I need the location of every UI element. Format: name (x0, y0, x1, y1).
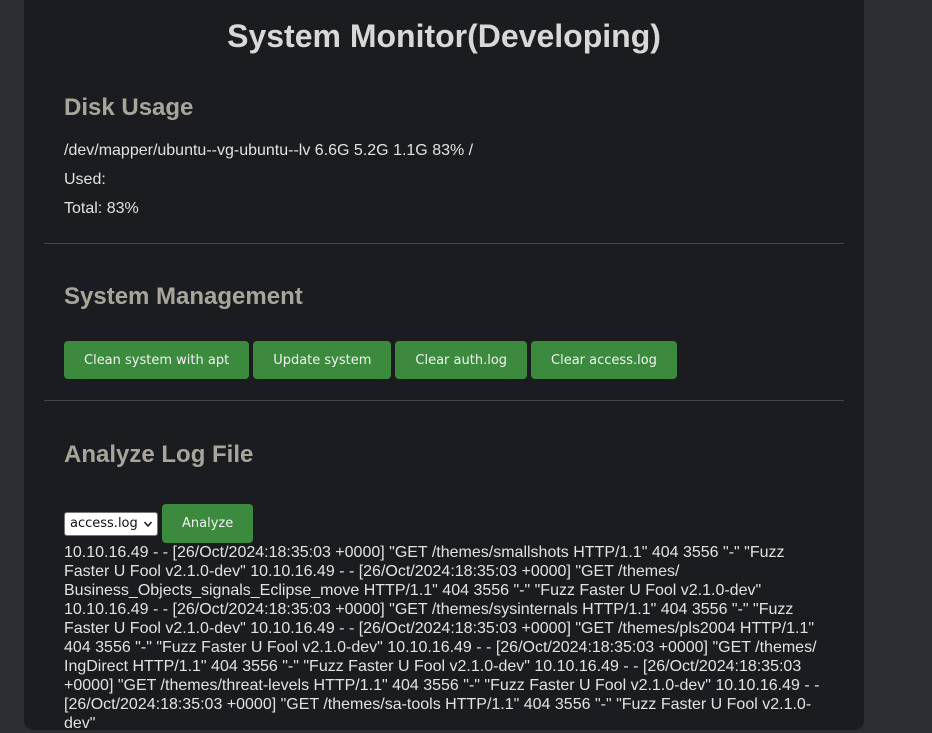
clean-system-button[interactable]: Clean system with apt (64, 341, 250, 379)
system-management-section: System Management Clean system with apt … (44, 282, 844, 379)
chevron-down-icon (143, 520, 153, 527)
disk-usage-heading: Disk Usage (64, 94, 194, 121)
filesystem-line: /dev/mapper/ubuntu--vg-ubuntu--lv 6.6G 5… (64, 142, 474, 159)
clear-auth-log-button[interactable]: Clear auth.log (395, 341, 528, 379)
page-title: System Monitor(Developing) (227, 18, 661, 54)
disk-usage-section: Disk Usage /dev/mapper/ubuntu--vg-ubuntu… (44, 93, 844, 223)
management-button-row: Clean system with apt Update system Clea… (64, 341, 824, 379)
update-system-button[interactable]: Update system (253, 341, 392, 379)
analyze-controls: access.log Analyze (64, 504, 824, 543)
section-divider (44, 400, 844, 401)
section-divider (44, 243, 844, 244)
log-file-select-value: access.log (70, 516, 138, 531)
main-panel: System Monitor(Developing) Disk Usage /d… (24, 0, 864, 733)
used-line: Used: (64, 171, 106, 188)
analyze-button[interactable]: Analyze (162, 504, 254, 543)
total-line: Total: 83% (64, 200, 139, 217)
analyze-log-heading: Analyze Log File (64, 441, 254, 468)
analyze-log-section: Analyze Log File access.log Analyze 10.1… (44, 440, 844, 733)
system-management-heading: System Management (64, 283, 303, 310)
disk-usage-info: /dev/mapper/ubuntu--vg-ubuntu--lv 6.6G 5… (64, 136, 824, 223)
clear-access-log-button[interactable]: Clear access.log (531, 341, 677, 379)
log-output: 10.10.16.49 - - [26/Oct/2024:18:35:03 +0… (64, 544, 820, 732)
log-file-select[interactable]: access.log (64, 511, 158, 536)
